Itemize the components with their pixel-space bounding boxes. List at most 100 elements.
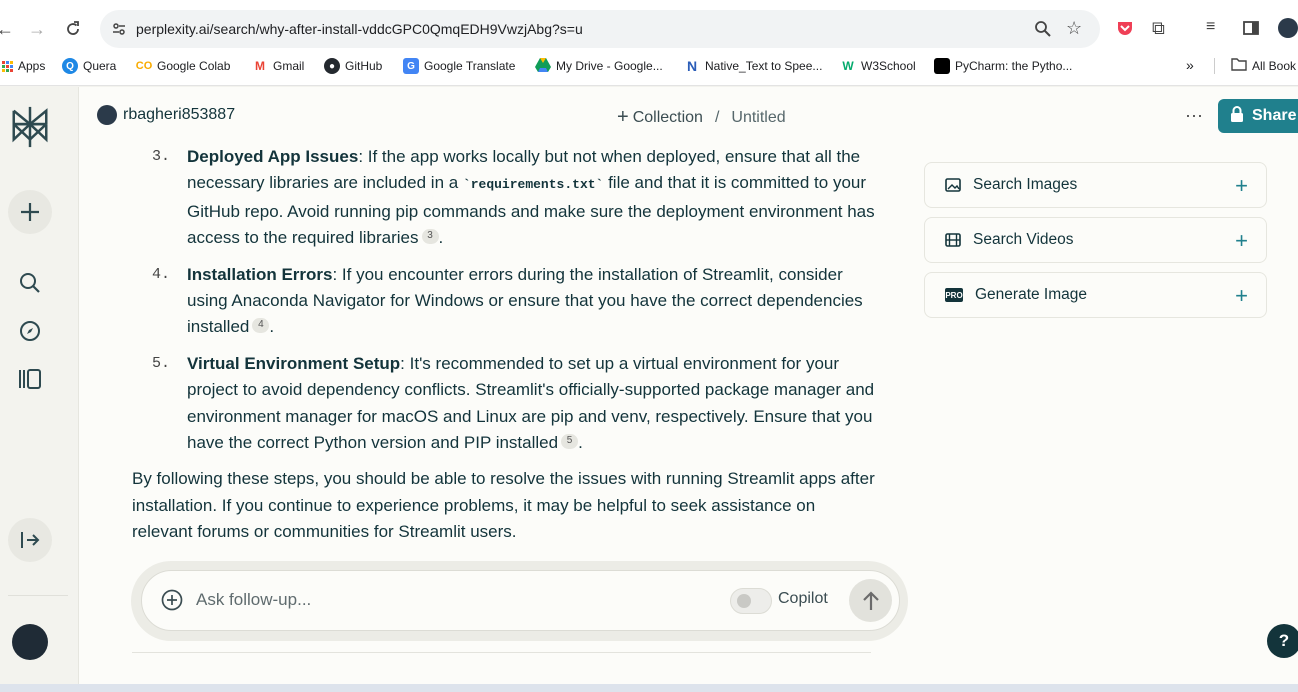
submit-button[interactable] <box>849 579 892 622</box>
bookmark-label: W3School <box>861 59 916 73</box>
item-period: . <box>438 228 444 248</box>
list-item: 5. Virtual Environment Setup: It's recom… <box>132 351 877 457</box>
perplexity-logo-icon[interactable] <box>8 105 52 149</box>
ask-follow-up-input[interactable] <box>194 585 674 615</box>
list-number: 3. <box>152 148 171 165</box>
inline-code: `requirements.txt` <box>462 177 604 193</box>
item-period: . <box>578 433 583 453</box>
generate-image-button[interactable]: PRO Generate Image + <box>924 272 1267 318</box>
bookmark-github[interactable]: ● GitHub <box>324 55 382 77</box>
bookmarks-divider <box>1214 58 1215 74</box>
share-button[interactable]: Share <box>1218 99 1298 133</box>
bookmark-native-text[interactable]: N Native_Text to Spee... <box>684 55 822 77</box>
bookmark-all-bookmarks[interactable]: All Book <box>1231 55 1296 77</box>
expand-sidebar-icon[interactable] <box>8 518 52 562</box>
bookmarks-bar: Apps Q Quera CO Google Colab M Gmail ● G… <box>0 55 1298 77</box>
more-options-icon[interactable]: ··· <box>1185 105 1203 126</box>
bookmark-label: Native_Text to Spee... <box>705 59 823 73</box>
bookmark-label: PyCharm: the Pytho... <box>955 59 1073 73</box>
bookmark-google-colab[interactable]: CO Google Colab <box>136 55 231 77</box>
search-videos-button[interactable]: Search Videos + <box>924 217 1267 263</box>
quera-icon: Q <box>62 58 78 74</box>
library-icon[interactable] <box>8 357 52 401</box>
arrow-up-icon <box>862 590 879 610</box>
pocket-icon[interactable] <box>1116 19 1134 42</box>
list-item: 3. Deployed App Issues: If the app works… <box>132 144 877 252</box>
more-bookmarks-chevron-icon[interactable]: » <box>1186 57 1194 73</box>
share-label: Share <box>1252 107 1297 124</box>
plus-icon: + <box>617 106 629 128</box>
media-queue-icon[interactable]: ≡ <box>1206 18 1215 36</box>
bookmark-label: Quera <box>83 59 117 73</box>
side-tools-panel: Search Images + Search Videos + PRO Gene… <box>924 162 1267 327</box>
item-title: Deployed App Issues <box>187 147 359 166</box>
copilot-label: Copilot <box>778 590 828 607</box>
bookmark-label: Gmail <box>273 59 305 73</box>
username: rbagheri853887 <box>123 106 236 123</box>
list-number: 4. <box>152 265 171 283</box>
site-settings-icon[interactable] <box>111 21 127 42</box>
answer-list: 3. Deployed App Issues: If the app works… <box>132 144 877 456</box>
content-divider <box>132 652 871 653</box>
bookmark-gmail[interactable]: M Gmail <box>252 55 304 77</box>
item-period: . <box>269 317 275 337</box>
back-arrow-icon[interactable]: ← <box>0 18 16 40</box>
profile-avatar-icon[interactable] <box>1278 18 1298 38</box>
thread-title[interactable]: Untitled <box>731 109 785 127</box>
bookmark-quera[interactable]: Q Quera <box>62 55 116 77</box>
avatar <box>97 105 117 125</box>
collection-label: Collection <box>632 108 703 126</box>
w3school-icon: W <box>842 59 854 73</box>
film-icon <box>945 233 961 247</box>
reload-icon[interactable] <box>62 18 84 40</box>
attach-plus-circle-icon[interactable] <box>161 589 183 616</box>
apps-grid-icon <box>2 60 13 72</box>
search-images-button[interactable]: Search Images + <box>924 162 1267 208</box>
bookmark-apps[interactable]: Apps <box>2 55 45 77</box>
pycharm-icon <box>934 58 950 74</box>
thread-header: rbagheri853887 + Collection / Untitled ·… <box>79 87 1298 144</box>
drive-icon <box>535 57 551 75</box>
side-panel-icon[interactable] <box>1242 19 1260 42</box>
bookmark-my-drive[interactable]: My Drive - Google... <box>535 55 663 77</box>
bookmark-label: Google Translate <box>424 59 516 73</box>
new-thread-plus-icon[interactable] <box>8 190 52 234</box>
citation-badge[interactable]: 5 <box>561 433 579 449</box>
breadcrumb-separator: / <box>714 108 720 126</box>
tool-label: Search Videos <box>973 231 1074 248</box>
pro-badge-icon: PRO <box>945 288 963 302</box>
forward-arrow-icon[interactable]: → <box>26 18 48 40</box>
add-to-collection-button[interactable]: + Collection <box>617 106 703 129</box>
sidebar-divider <box>8 595 68 596</box>
list-item: 4. Installation Errors: If you encounter… <box>132 262 877 341</box>
image-icon <box>945 178 961 192</box>
citation-badge[interactable]: 3 <box>421 228 439 244</box>
user-avatar[interactable] <box>12 624 48 660</box>
list-number: 5. <box>152 354 171 372</box>
bookmark-w3school[interactable]: W W3School <box>840 55 916 77</box>
bookmark-label: All Book <box>1252 59 1297 73</box>
browser-chrome: ← → perplexity.ai/search/why-after-insta… <box>0 0 1298 86</box>
star-bookmark-icon[interactable]: ☆ <box>1066 18 1082 39</box>
tool-label: Search Images <box>973 176 1078 193</box>
bookmark-pycharm[interactable]: PyCharm: the Pytho... <box>934 55 1072 77</box>
item-title: Installation Errors <box>187 264 333 284</box>
user-info[interactable]: rbagheri853887 <box>97 105 235 125</box>
address-bar[interactable]: perplexity.ai/search/why-after-install-v… <box>100 10 1100 48</box>
answer-content: 3. Deployed App Issues: If the app works… <box>132 144 877 564</box>
bookmark-google-translate[interactable]: G Google Translate <box>403 55 515 77</box>
conclusion-paragraph: By following these steps, you should be … <box>132 469 875 542</box>
copilot-toggle[interactable] <box>730 588 772 614</box>
extensions-puzzle-icon[interactable]: ⧉ <box>1152 18 1165 39</box>
search-icon[interactable] <box>8 261 52 305</box>
discover-compass-icon[interactable] <box>8 309 52 353</box>
item-title: Virtual Environment Setup <box>187 353 401 373</box>
bookmark-label: Apps <box>18 59 46 73</box>
zoom-icon[interactable] <box>1034 20 1052 43</box>
url-text[interactable]: perplexity.ai/search/why-after-install-v… <box>136 21 583 37</box>
plus-icon: + <box>1235 228 1248 253</box>
bookmark-label: My Drive - Google... <box>556 59 663 73</box>
lock-icon <box>1230 105 1244 127</box>
citation-badge[interactable]: 4 <box>252 318 270 334</box>
help-button[interactable]: ? <box>1267 624 1298 658</box>
